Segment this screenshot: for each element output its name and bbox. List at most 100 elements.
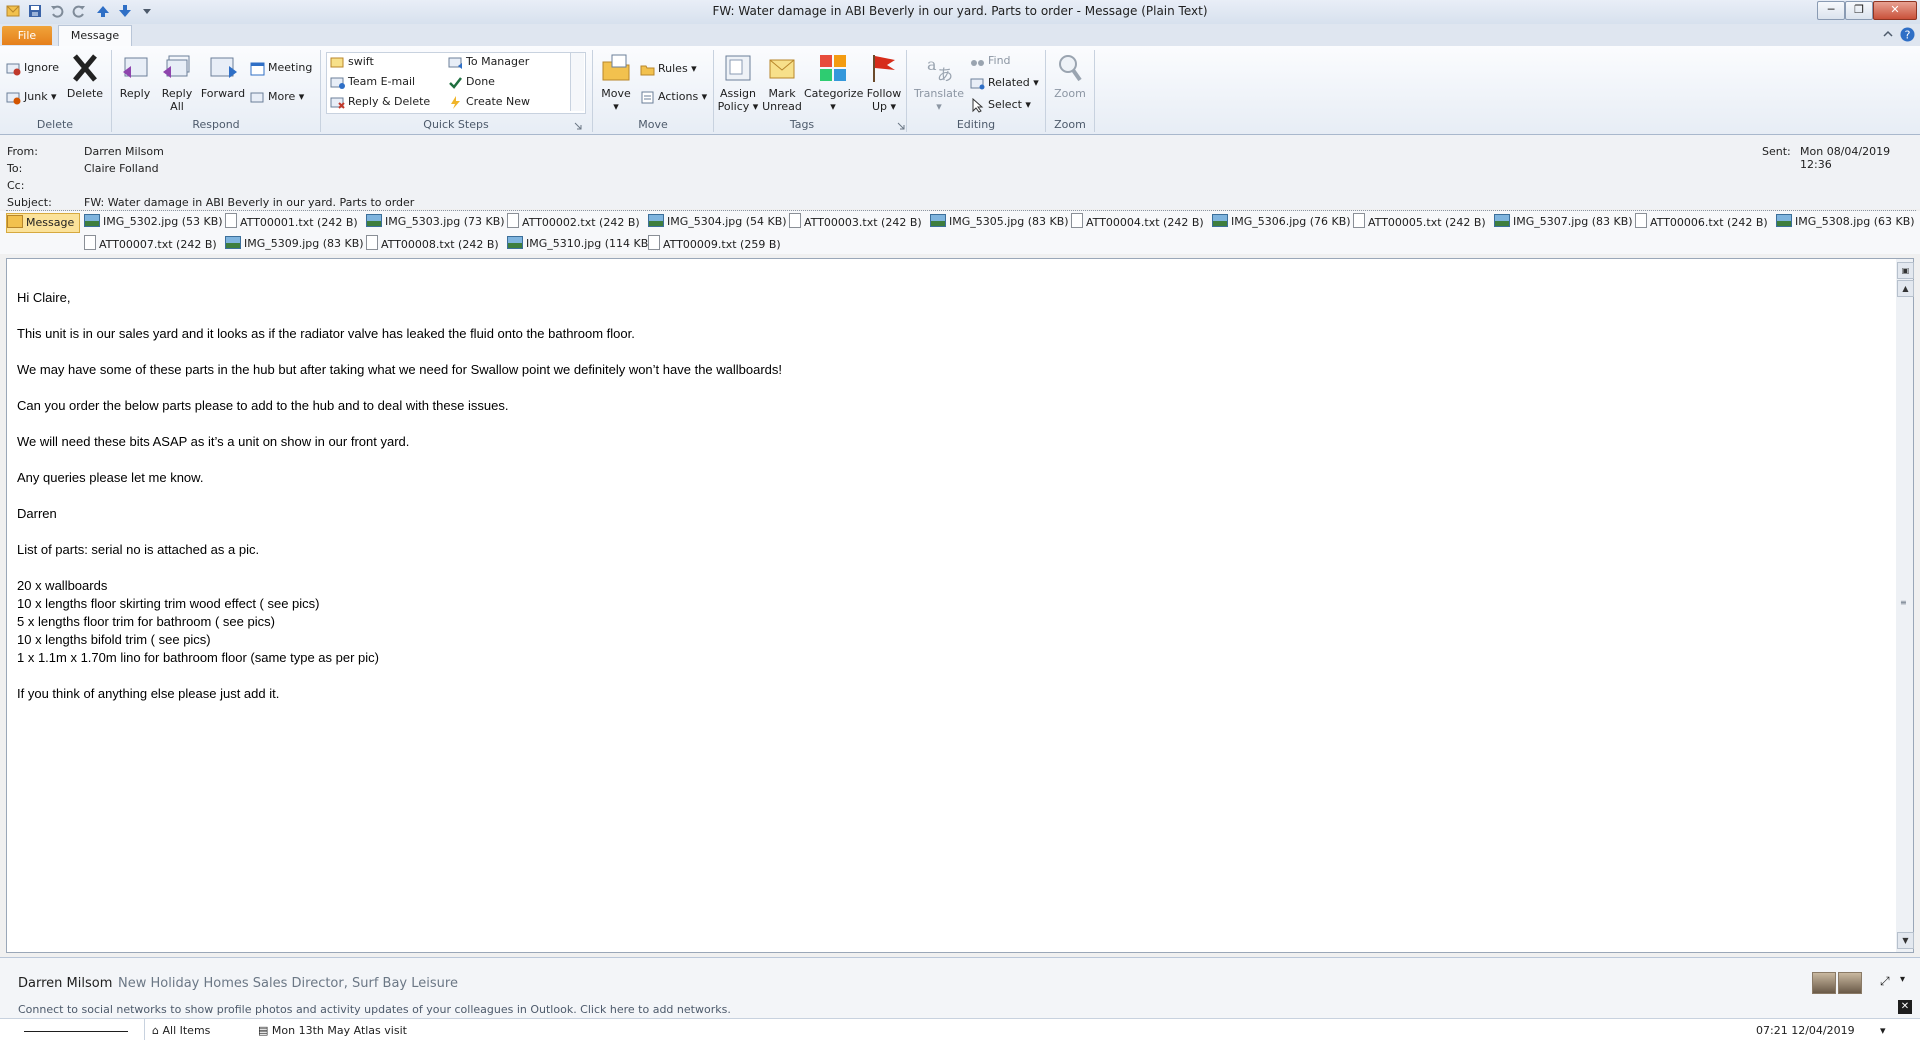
attachment-item[interactable]: IMG_5308.jpg (63 KB) [1776, 213, 1915, 231]
attachment-item[interactable]: IMG_5306.jpg (76 KB) [1212, 213, 1351, 231]
part-item: 10 x lengths floor skirting trim wood ef… [17, 596, 320, 611]
find-button[interactable]: Find [970, 52, 1011, 70]
envelope-icon [7, 215, 23, 228]
quick-step-done[interactable]: Done [448, 73, 495, 91]
close-pane-icon[interactable]: ✕ [1898, 1000, 1912, 1014]
categorize-button[interactable]: Categorize ▾ [804, 52, 863, 113]
quick-step-team-email[interactable]: Team E-mail [330, 73, 415, 91]
help-icon[interactable]: ? [1900, 27, 1915, 45]
attachment-name: IMG_5306.jpg (76 KB) [1231, 215, 1351, 228]
avatar[interactable] [1812, 972, 1836, 994]
find-label: Find [988, 54, 1011, 67]
attachment-row-2: ATT00007.txt (242 B) IMG_5309.jpg (83 KB)… [84, 235, 1914, 253]
body-signature: Darren [17, 506, 57, 521]
message-body[interactable]: Hi Claire, This unit is in our sales yar… [17, 289, 1857, 721]
related-button[interactable]: Related ▾ [970, 74, 1039, 92]
junk-label: Junk [24, 90, 48, 103]
text-file-icon [1635, 213, 1647, 228]
attachment-name: ATT00004.txt (242 B) [1086, 216, 1204, 229]
svg-text:あ: あ [937, 65, 953, 84]
all-items-label[interactable]: ⌂ All Items [152, 1024, 210, 1037]
actions-button[interactable]: Actions ▾ [640, 88, 707, 106]
collapse-ribbon-icon[interactable] [1882, 28, 1894, 43]
attachment-item[interactable]: ATT00003.txt (242 B) [789, 213, 922, 231]
attachment-name: IMG_5305.jpg (83 KB) [949, 215, 1069, 228]
message-attachment-tab[interactable]: Message [6, 213, 80, 233]
attachment-item[interactable]: ATT00001.txt (242 B) [225, 213, 358, 231]
chevron-down-icon[interactable]: ▾ [1880, 1024, 1886, 1037]
mark-unread-button[interactable]: Mark Unread [760, 52, 804, 113]
reminder-text: Mon 13th May Atlas visit [271, 1024, 407, 1037]
tab-message[interactable]: Message [58, 25, 132, 47]
attachment-item[interactable]: ATT00002.txt (242 B) [507, 213, 640, 231]
quick-step-create-new[interactable]: Create New [448, 93, 530, 111]
junk-button[interactable]: Junk ▾ [6, 88, 57, 106]
rules-button[interactable]: Rules ▾ [640, 60, 697, 78]
from-value[interactable]: Darren Milsom [84, 145, 164, 158]
follow-up-button[interactable]: Follow Up ▾ [864, 52, 904, 113]
scroll-up-icon[interactable]: ▲ [1897, 280, 1914, 297]
attachment-item[interactable]: IMG_5305.jpg (83 KB) [930, 213, 1069, 231]
attachment-item[interactable]: ATT00005.txt (242 B) [1353, 213, 1486, 231]
scroll-top-icon[interactable]: ▣ [1897, 262, 1914, 279]
assign-policy-button[interactable]: Assign Policy ▾ [716, 52, 760, 113]
translate-button[interactable]: aあ Translate ▾ [910, 52, 968, 113]
team-email-icon [330, 75, 345, 90]
quick-step-to-manager[interactable]: To Manager [448, 53, 529, 71]
quick-step-label: swift [348, 55, 374, 68]
close-button[interactable]: ✕ [1873, 1, 1917, 20]
svg-text:a: a [927, 55, 937, 74]
tab-file[interactable]: File [2, 26, 52, 45]
quick-step-icon [330, 55, 345, 70]
to-value[interactable]: Claire Folland [84, 162, 159, 175]
body-list-intro: List of parts: serial no is attached as … [17, 542, 260, 557]
more-respond-button[interactable]: More ▾ [250, 88, 304, 106]
scroll-grip-icon[interactable]: ≡ [1900, 598, 1910, 607]
strip-separator [144, 1018, 145, 1040]
chevron-down-icon[interactable]: ▾ [1900, 974, 1905, 985]
move-folder-icon [600, 52, 632, 84]
attachment-item[interactable]: IMG_5310.jpg (114 KB) [507, 235, 653, 253]
attachment-item[interactable]: IMG_5309.jpg (83 KB) [225, 235, 364, 253]
tags-dialog-launcher-icon[interactable] [897, 120, 905, 133]
attachment-item[interactable]: IMG_5304.jpg (54 KB) [648, 213, 787, 231]
reply-button[interactable]: Reply [116, 52, 154, 100]
reply-all-button[interactable]: Reply All [158, 52, 196, 113]
select-button[interactable]: Select ▾ [970, 96, 1031, 114]
move-button[interactable]: Move ▾ [596, 52, 636, 113]
body-paragraph: Can you order the below parts please to … [17, 398, 509, 413]
quick-steps-dialog-launcher-icon[interactable] [574, 120, 582, 133]
quick-steps-scrollbar[interactable] [570, 53, 584, 111]
reminder-item[interactable]: ▤ Mon 13th May Atlas visit [258, 1024, 407, 1037]
strip-divider [24, 1031, 128, 1032]
delete-button[interactable]: Delete [66, 52, 104, 100]
attachment-item[interactable]: ATT00007.txt (242 B) [84, 235, 217, 253]
meeting-button[interactable]: Meeting [250, 59, 312, 77]
text-file-icon [225, 213, 237, 228]
attachment-item[interactable]: ATT00009.txt (259 B) [648, 235, 781, 253]
minimize-button[interactable]: ─ [1817, 1, 1845, 20]
forward-button[interactable]: Forward [200, 52, 246, 100]
ignore-button[interactable]: Ignore [6, 59, 59, 77]
quick-step-swift[interactable]: swift [330, 53, 374, 71]
attachment-item[interactable]: IMG_5302.jpg (53 KB) [84, 213, 223, 231]
people-pane-name[interactable]: Darren Milsom [18, 976, 112, 991]
quick-step-reply-delete[interactable]: Reply & Delete [330, 93, 430, 111]
avatar[interactable] [1838, 972, 1862, 994]
zoom-button[interactable]: Zoom [1050, 52, 1090, 100]
forward-label: Forward [200, 87, 246, 100]
maximize-button[interactable]: ❐ [1845, 1, 1873, 20]
group-label-move: Move [638, 118, 668, 131]
attachment-item[interactable]: ATT00008.txt (242 B) [366, 235, 499, 253]
part-item: 1 x 1.1m x 1.70m lino for bathroom floor… [17, 650, 379, 665]
attachment-item[interactable]: ATT00004.txt (242 B) [1071, 213, 1204, 231]
more-icon [250, 90, 265, 105]
attachment-item[interactable]: IMG_5307.jpg (83 KB) [1494, 213, 1633, 231]
reply-label: Reply [119, 87, 151, 100]
social-connect-link[interactable]: Connect to social networks to show profi… [18, 1003, 731, 1016]
attachment-item[interactable]: ATT00006.txt (242 B) [1635, 213, 1768, 231]
expand-pane-icon[interactable]: ⤢ [1880, 974, 1890, 989]
scroll-down-icon[interactable]: ▼ [1897, 932, 1914, 949]
attachment-item[interactable]: IMG_5303.jpg (73 KB) [366, 213, 505, 231]
actions-label: Actions [658, 90, 699, 103]
